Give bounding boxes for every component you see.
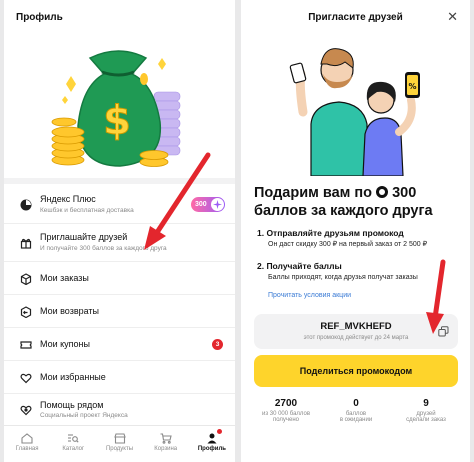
profile-screen: Профиль $ Яндекс Плюс Кешбэк и бесплатна… [4,0,235,462]
red-pointer-arrow [144,152,211,250]
invite-friends-screen: Пригласите друзей ✕ % Подарим вам по 300… [241,0,470,462]
red-pointer-arrow [426,259,446,334]
